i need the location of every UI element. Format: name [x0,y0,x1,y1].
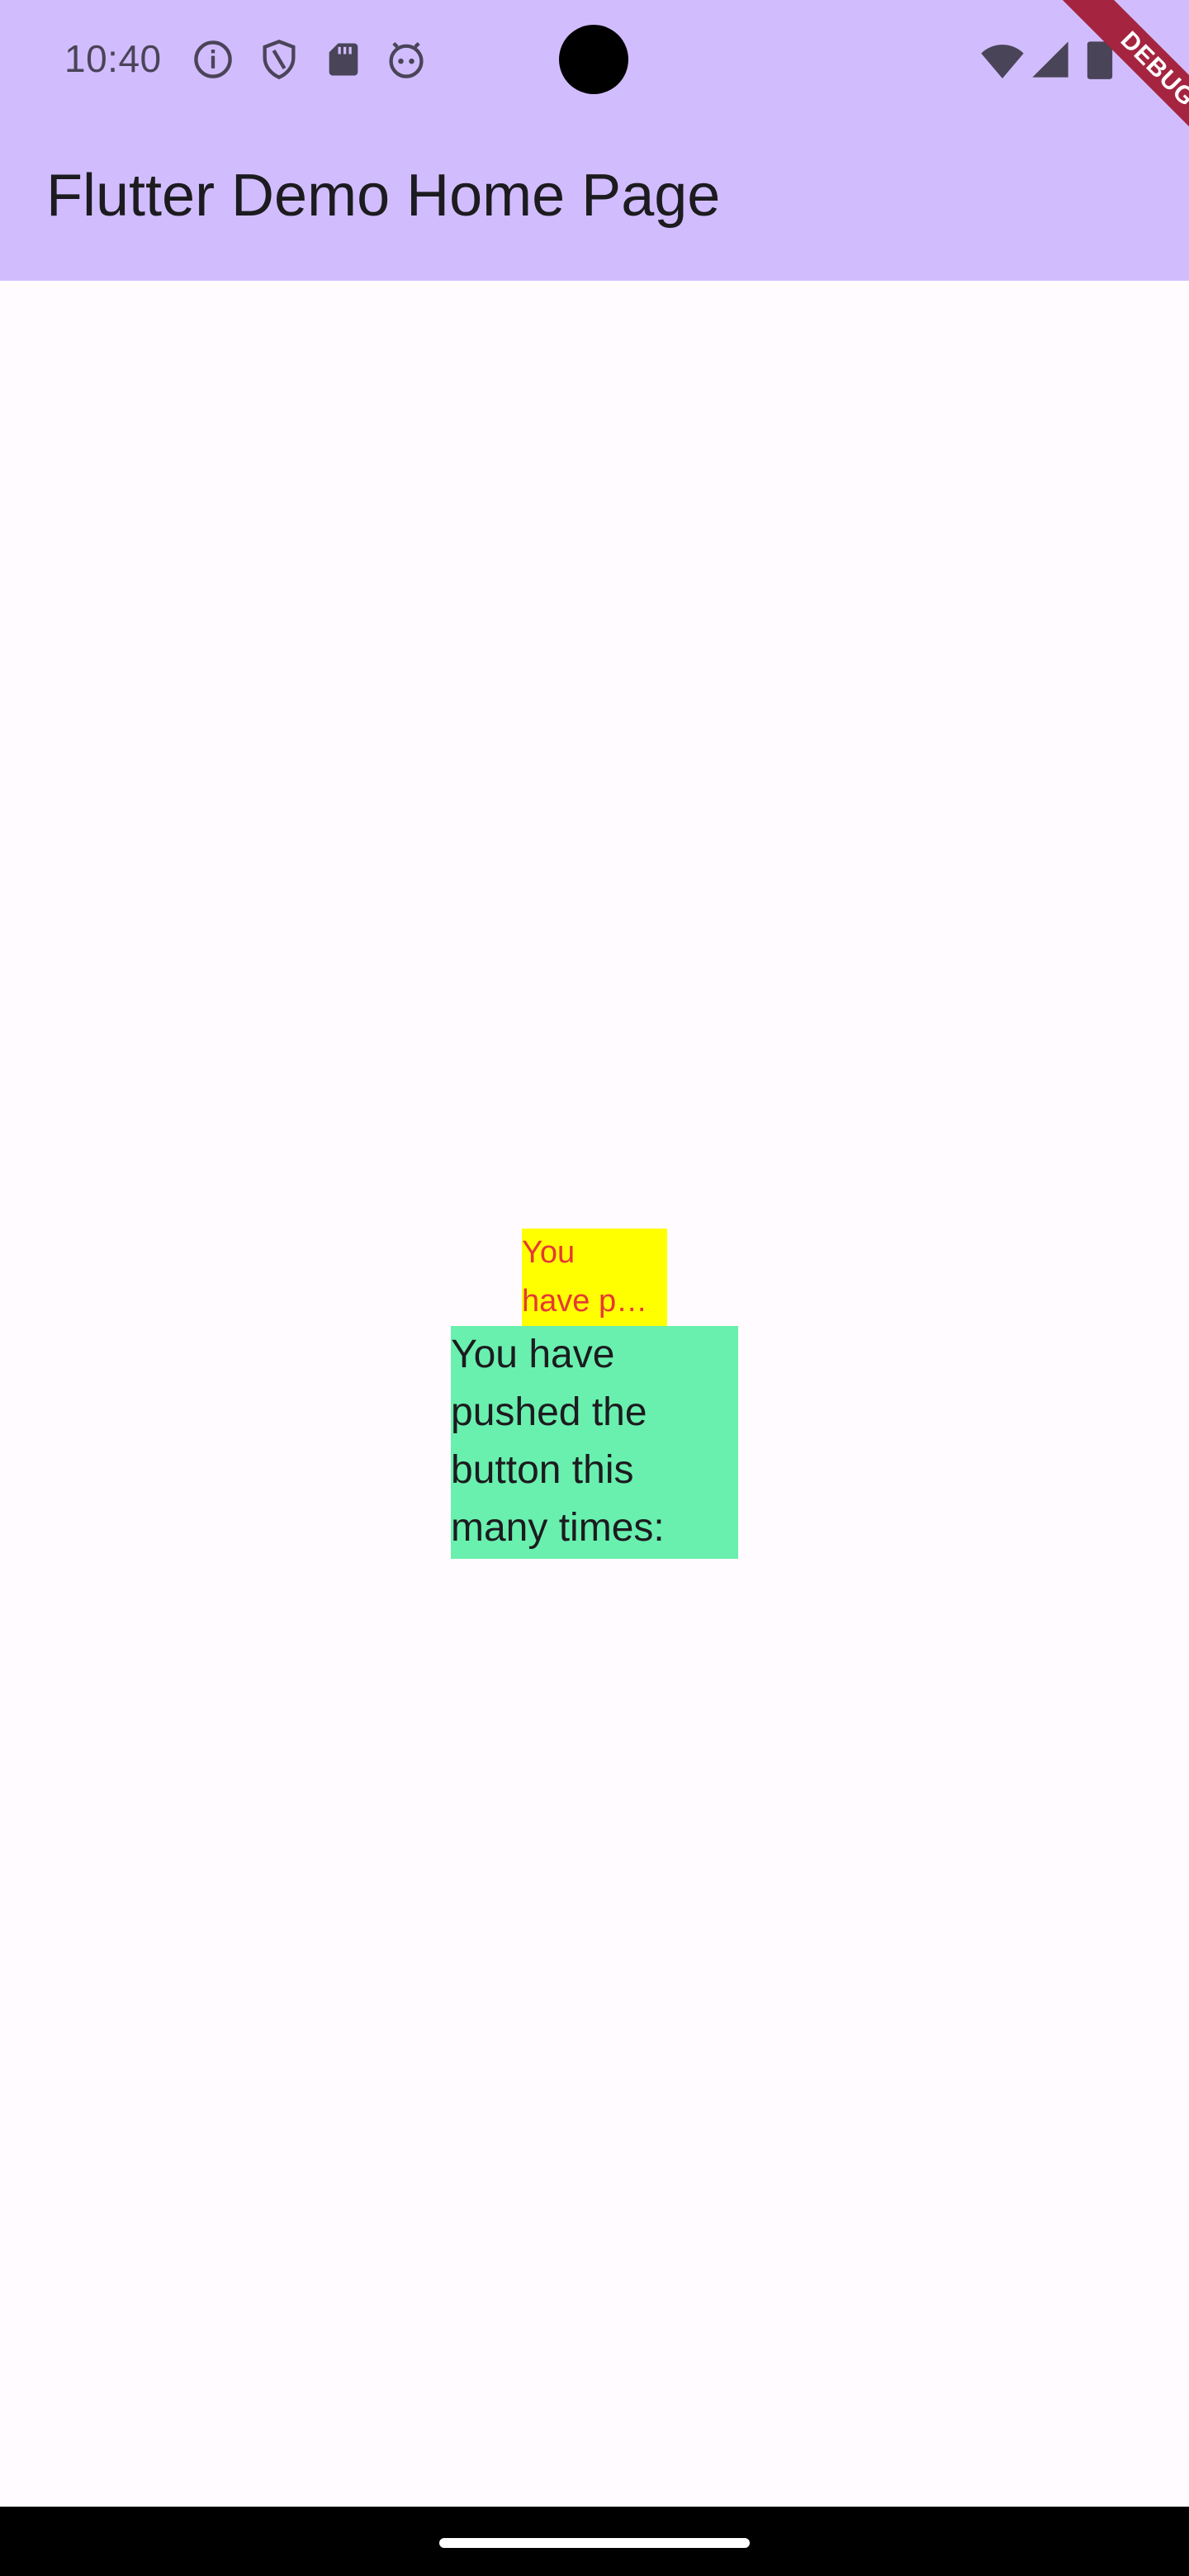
android-face-icon [389,41,424,78]
counter-label-line: You have [451,1333,615,1376]
info-icon [194,40,232,78]
sd-card-icon [329,43,358,76]
truncated-text-box: You have p… [522,1229,667,1326]
truncated-text-line: have p… [522,1284,648,1319]
truncated-text-line: You [522,1235,576,1270]
page-title: Flutter Demo Home Page [46,163,721,229]
main-content: You have p… You have pushed the button t… [0,281,1189,2507]
app-bar: Flutter Demo Home Page [0,119,1189,281]
wifi-icon [981,45,1024,78]
battery-icon [1087,41,1113,79]
counter-label-line: button this [451,1448,634,1492]
counter-label-line: many times: [451,1506,665,1550]
camera-cutout [559,25,628,94]
counter-label-line: pushed the [451,1390,647,1434]
home-gesture-handle[interactable] [439,2538,750,2548]
status-bar: 10:40 [0,0,1189,119]
status-time: 10:40 [64,37,162,80]
system-navigation-bar [0,2507,1189,2576]
counter-label-box: You have pushed the button this many tim… [451,1326,738,1559]
cell-signal-icon [1032,41,1068,78]
shield-icon [263,40,296,80]
